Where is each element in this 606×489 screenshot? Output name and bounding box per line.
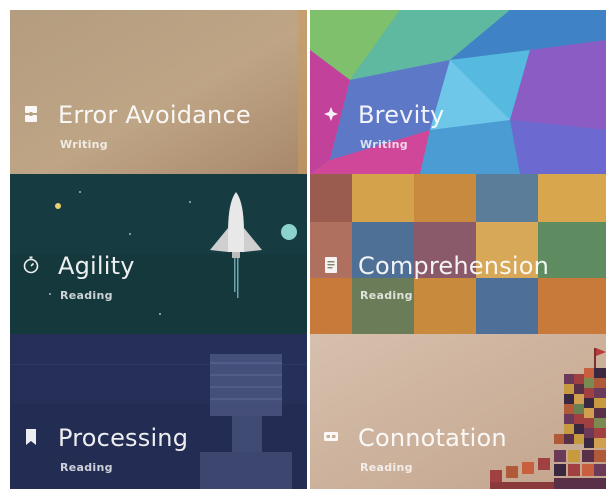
speech-bubble-icon	[320, 426, 342, 448]
stopwatch-icon	[20, 254, 42, 276]
document-icon	[320, 254, 342, 276]
compass-arrows-icon	[320, 103, 342, 125]
tile-subtitle: Reading	[60, 289, 113, 302]
tile-subtitle: Writing	[360, 138, 408, 151]
tile-error-avoidance[interactable]: Error Avoidance Writing	[10, 10, 307, 174]
tile-brevity[interactable]: Brevity Writing	[310, 10, 606, 174]
tile-title: Connotation	[358, 424, 507, 452]
tile-subtitle: Reading	[360, 289, 413, 302]
tile-label: Error Avoidance Writing	[20, 10, 301, 174]
tile-agility[interactable]: Agility Reading	[10, 174, 307, 334]
tile-title: Agility	[58, 252, 135, 280]
tile-title: Comprehension	[358, 252, 550, 280]
tile-label: Brevity Writing	[320, 10, 600, 174]
tile-label: Comprehension Reading	[320, 174, 600, 334]
tile-title: Error Avoidance	[58, 101, 251, 129]
tile-subtitle: Reading	[360, 461, 413, 474]
bookmark-icon	[20, 426, 42, 448]
skills-grid: Error Avoidance Writing Brevity Writing	[0, 0, 606, 489]
tile-connotation[interactable]: Connotation Reading	[310, 334, 606, 489]
tile-comprehension[interactable]: Comprehension Reading	[310, 174, 606, 334]
tile-label: Connotation Reading	[320, 334, 600, 489]
tile-subtitle: Writing	[60, 138, 108, 151]
tile-label: Agility Reading	[20, 174, 301, 334]
tile-title: Processing	[58, 424, 189, 452]
tile-subtitle: Reading	[60, 461, 113, 474]
tile-title: Brevity	[358, 101, 445, 129]
tile-processing[interactable]: Processing Reading	[10, 334, 307, 489]
tile-label: Processing Reading	[20, 334, 301, 489]
puzzle-icon	[20, 103, 42, 125]
